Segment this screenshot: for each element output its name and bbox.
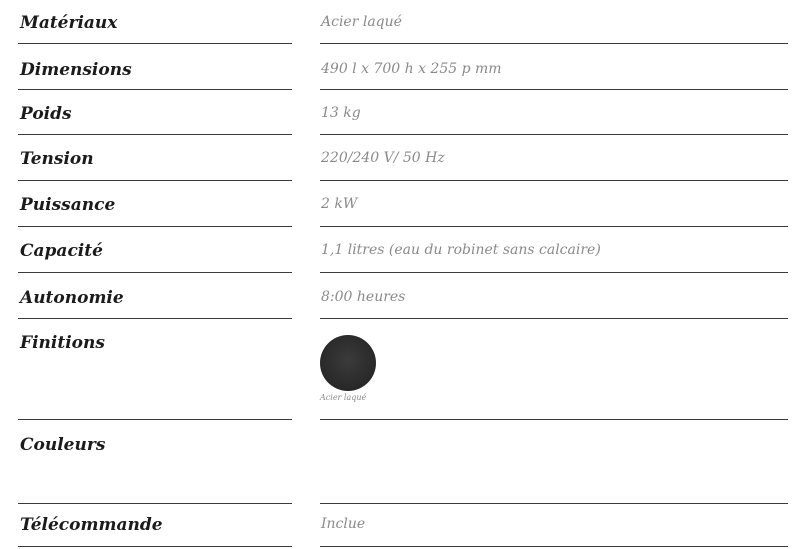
row-divider	[18, 318, 292, 319]
spec-value-poids: 13 kg	[321, 105, 361, 121]
spec-label-poids: Poids	[20, 104, 72, 124]
row-divider	[18, 89, 292, 90]
row-divider	[320, 89, 788, 90]
finish-swatch	[320, 335, 376, 391]
spec-value-puissance: 2 kW	[321, 196, 358, 212]
spec-label-telecommande: Télécommande	[20, 515, 163, 535]
finish-swatch-label: Acier laqué	[320, 393, 367, 402]
spec-label-dimensions: Dimensions	[20, 60, 132, 80]
row-divider	[320, 272, 788, 273]
spec-value-materiaux: Acier laqué	[321, 14, 402, 30]
row-divider	[18, 546, 292, 547]
row-divider	[320, 503, 788, 504]
spec-value-telecommande: Inclue	[321, 516, 366, 532]
row-divider	[18, 43, 292, 44]
row-divider	[320, 180, 788, 181]
spec-label-couleurs: Couleurs	[20, 435, 106, 455]
row-divider	[18, 503, 292, 504]
spec-label-puissance: Puissance	[20, 195, 116, 215]
spec-value-tension: 220/240 V/ 50 Hz	[321, 150, 445, 166]
spec-table: Matériaux Acier laqué Dimensions 490 l x…	[0, 0, 795, 549]
row-divider	[18, 272, 292, 273]
row-divider	[18, 180, 292, 181]
spec-label-materiaux: Matériaux	[20, 13, 118, 33]
spec-value-capacite: 1,1 litres (eau du robinet sans calcaire…	[321, 242, 601, 258]
row-divider	[18, 419, 292, 420]
row-divider	[18, 134, 292, 135]
spec-label-finitions: Finitions	[20, 333, 105, 353]
spec-value-autonomie: 8:00 heures	[321, 289, 406, 305]
spec-label-autonomie: Autonomie	[20, 288, 124, 308]
row-divider	[320, 546, 788, 547]
row-divider	[320, 134, 788, 135]
spec-label-tension: Tension	[20, 149, 94, 169]
row-divider	[320, 43, 788, 44]
spec-label-capacite: Capacité	[20, 241, 103, 261]
spec-value-dimensions: 490 l x 700 h x 255 p mm	[321, 61, 502, 77]
row-divider	[320, 318, 788, 319]
row-divider	[18, 226, 292, 227]
row-divider	[320, 419, 788, 420]
row-divider	[320, 226, 788, 227]
